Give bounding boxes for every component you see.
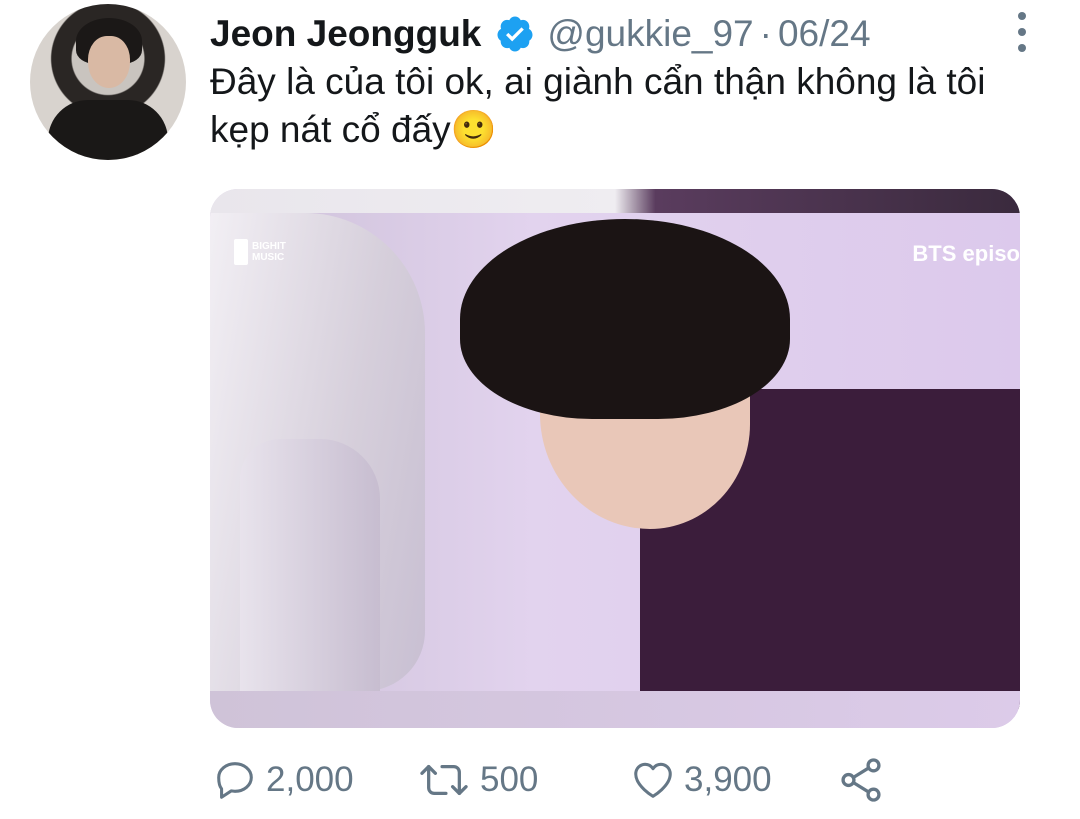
media-watermark-episode: BTS episo (912, 241, 1020, 266)
meta-separator: · (759, 13, 772, 54)
reply-button[interactable]: 2,000 (212, 752, 354, 808)
tweet-header: Jeon Jeongguk @gukkie_97 · 06/24 (210, 12, 1020, 56)
more-vertical-icon[interactable] (1012, 12, 1032, 52)
reply-count: 2,000 (266, 760, 354, 799)
more-dot (1018, 44, 1026, 52)
bighit-logo-icon (234, 239, 248, 265)
verified-badge-icon (497, 16, 533, 52)
more-dot (1018, 28, 1026, 36)
author-avatar[interactable] (30, 4, 186, 160)
media-top-strip (210, 189, 1020, 213)
share-icon (841, 758, 881, 802)
share-button[interactable] (836, 752, 886, 808)
heart-icon (634, 762, 672, 798)
tweet-actions: 2,000 500 3,900 (212, 752, 912, 808)
author-name[interactable]: Jeon Jeongguk (210, 12, 481, 56)
tweet-text: Đây là của tôi ok, ai giành cẩn thận khô… (210, 61, 986, 150)
media-person-hair (460, 219, 790, 419)
more-dot (1018, 12, 1026, 20)
tweet-media-image[interactable]: BIGHIT MUSIC BTS episo (210, 189, 1020, 728)
avatar-shirt (48, 100, 168, 160)
reply-icon (217, 762, 253, 799)
retweet-icon (420, 764, 468, 796)
media-watermark-logo: BIGHIT MUSIC (234, 239, 286, 265)
media-watermark-logo-text: BIGHIT MUSIC (252, 241, 286, 263)
like-button[interactable]: 3,900 (630, 752, 772, 808)
avatar-face (88, 36, 130, 88)
media-mannequin-lower (240, 439, 380, 699)
tweet-date[interactable]: 06/24 (778, 12, 871, 56)
retweet-button[interactable]: 500 (416, 752, 538, 808)
like-count: 3,900 (684, 760, 772, 799)
media-bottom-strip (210, 691, 1020, 728)
retweet-count: 500 (480, 760, 539, 799)
author-handle[interactable]: @gukkie_97 (547, 12, 753, 56)
